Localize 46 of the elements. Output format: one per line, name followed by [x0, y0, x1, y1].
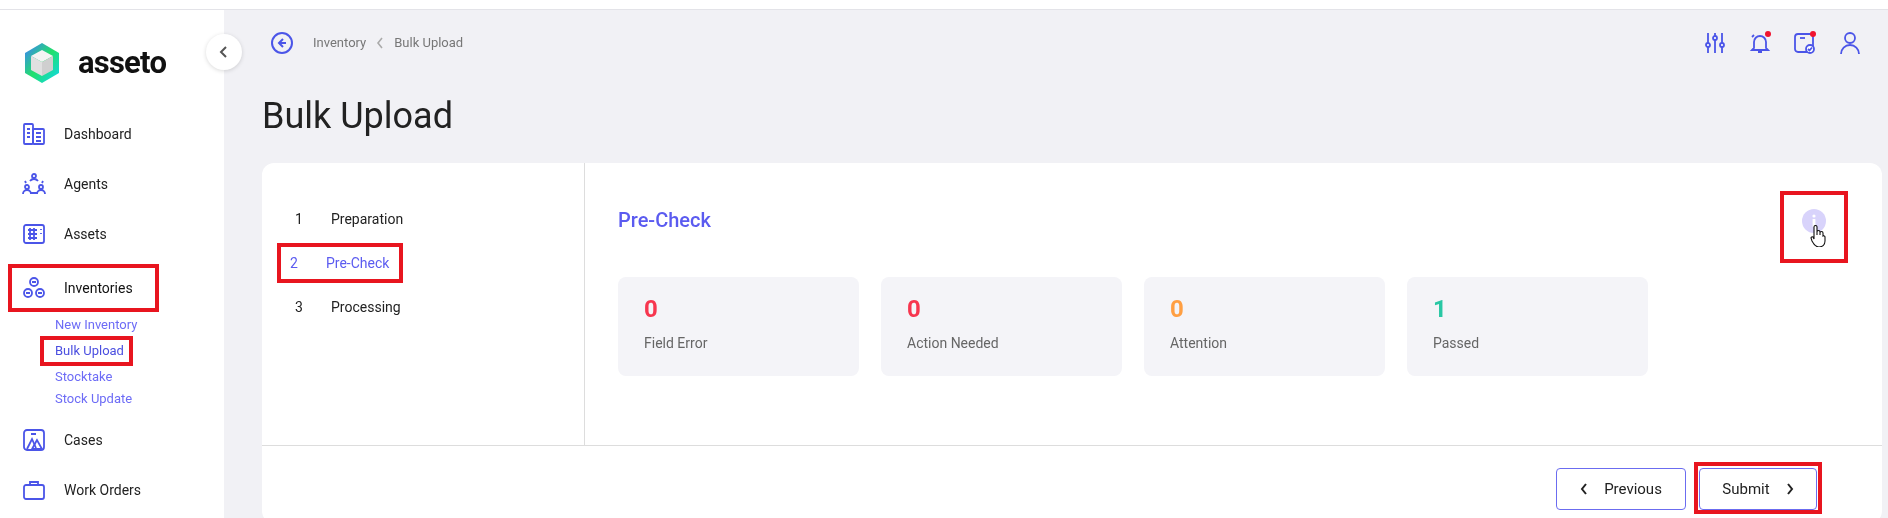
stat-value: 1 [1433, 294, 1448, 325]
page-title: Bulk Upload [262, 98, 454, 134]
previous-button[interactable]: Previous [1556, 468, 1686, 510]
sidebar-subitem[interactable]: New Inventory [54, 314, 224, 336]
board-icon [22, 222, 46, 246]
alert-document-icon [22, 428, 46, 452]
section-title: Pre-Check [618, 207, 711, 234]
stat-label: Passed [1433, 334, 1481, 353]
stat-label: Action Needed [907, 334, 1000, 353]
brand-name: asseto [78, 42, 167, 83]
people-icon [22, 172, 46, 196]
sliders-icon[interactable] [1703, 31, 1727, 55]
step-item[interactable]: 1 Preparation [286, 203, 584, 235]
breadcrumb-link[interactable]: Bulk Upload [394, 33, 464, 53]
circles-icon [22, 276, 46, 300]
step-item[interactable]: 2 Pre-Check [281, 247, 400, 279]
submit-button[interactable]: Submit [1699, 468, 1817, 510]
collapse-button[interactable] [206, 34, 242, 70]
chevron-right-icon [1785, 483, 1794, 495]
chevron-left-icon [376, 37, 385, 49]
back-icon[interactable] [270, 31, 294, 55]
calendar-check-icon[interactable] [1793, 31, 1817, 55]
briefcase-icon [22, 478, 46, 502]
step-item[interactable]: 3 Processing [286, 291, 584, 323]
sidebar-item[interactable]: Agents [12, 164, 224, 204]
stat-value: 0 [1170, 294, 1185, 325]
stat-value: 0 [907, 294, 922, 325]
breadcrumb-link[interactable]: Inventory [313, 33, 367, 53]
stat-value: 0 [644, 294, 659, 325]
user-icon[interactable] [1838, 31, 1862, 55]
building-icon [22, 122, 46, 146]
sidebar-item[interactable]: Dashboard [12, 114, 224, 154]
stat-label: Field Error [644, 334, 709, 353]
logo-icon [22, 41, 62, 85]
sidebar-subitem[interactable]: Stock Update [54, 388, 224, 410]
sidebar-subitem[interactable]: Stocktake [54, 366, 224, 388]
sidebar-item[interactable]: Work Orders [12, 470, 224, 510]
chevron-left-icon [219, 45, 229, 59]
sidebar-item[interactable]: Inventories [12, 268, 155, 308]
sidebar-item[interactable]: Assets [12, 214, 224, 254]
stat-label: Attention [1170, 334, 1229, 353]
bell-icon[interactable] [1748, 31, 1772, 55]
chevron-left-icon [1580, 483, 1589, 495]
sidebar-item[interactable]: Cases [12, 420, 224, 460]
hand-cursor-icon [1810, 225, 1826, 247]
sidebar-subitem[interactable]: Bulk Upload [54, 340, 125, 362]
